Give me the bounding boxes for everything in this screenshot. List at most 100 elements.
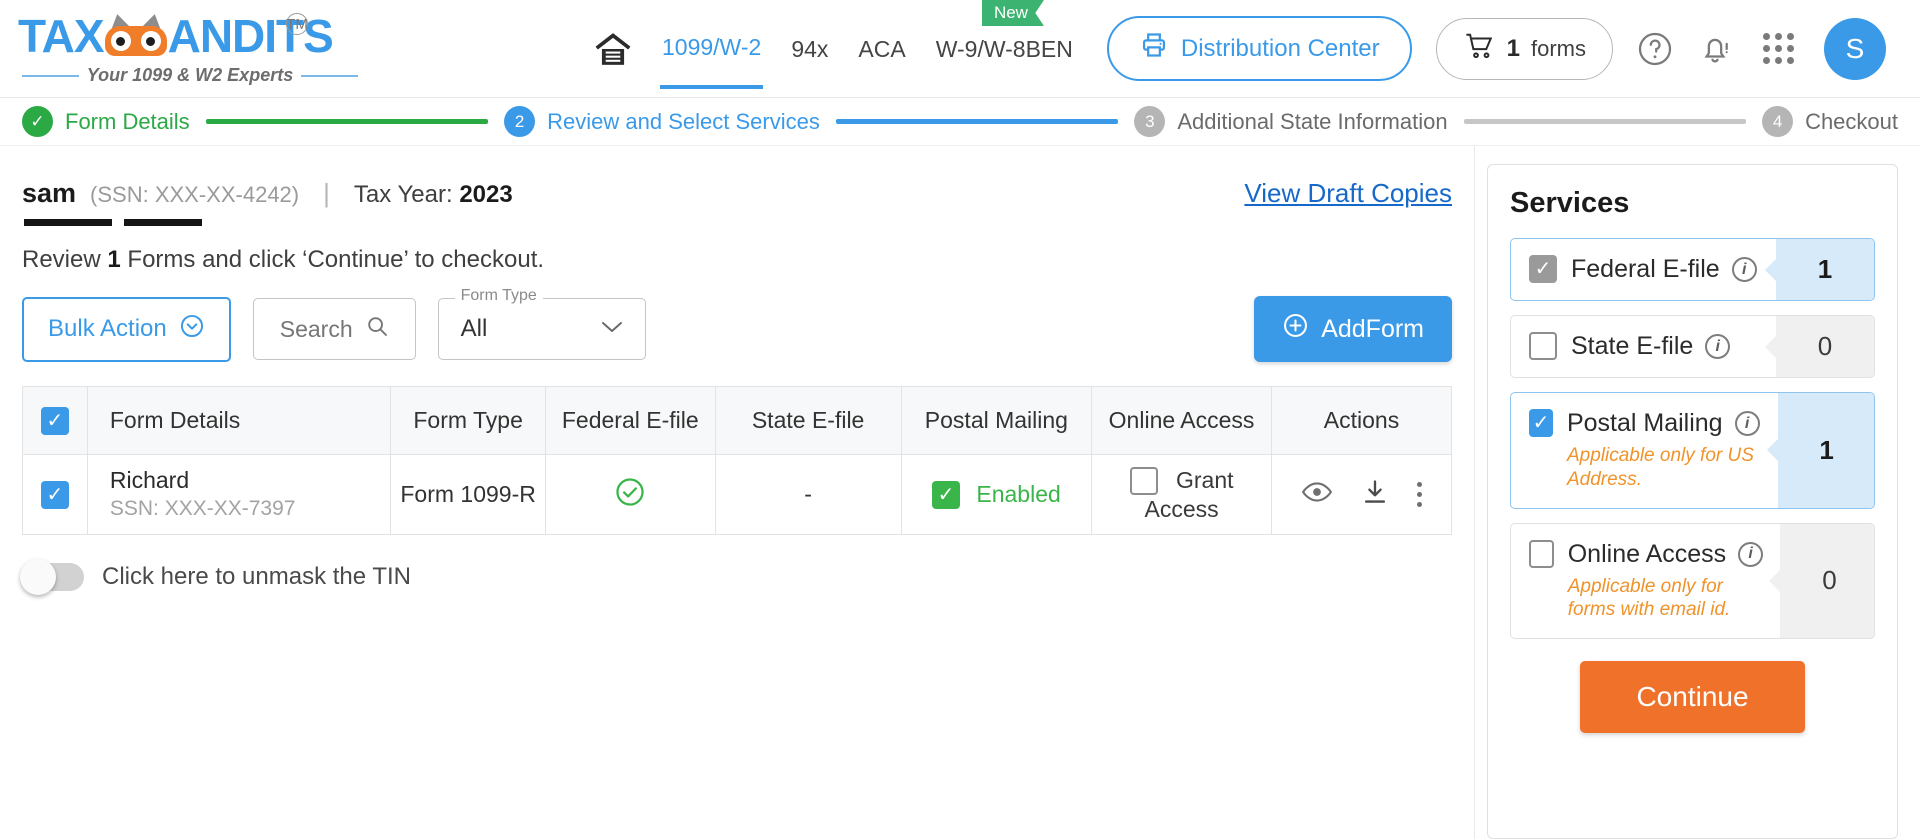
nav-item-w9-w8ben[interactable]: New W-9/W-8BEN — [934, 0, 1075, 87]
view-draft-copies-link[interactable]: View Draft Copies — [1244, 178, 1452, 209]
review-instruction: Review 1 Forms and click ‘Continue’ to c… — [22, 246, 1452, 274]
row-form-details-cell: Richard SSN: XXX-XX-7397 — [86, 454, 392, 535]
forms-table: ✓ Form Details Form Type Federal E-file … — [22, 386, 1452, 535]
step-review-select-services[interactable]: 2 Review and Select Services — [504, 106, 820, 137]
payer-name: sam — [22, 178, 77, 208]
bulk-action-button[interactable]: Bulk Action — [22, 296, 231, 362]
apps-grid-icon[interactable] — [1762, 33, 1794, 64]
online-access-service-label: Online Access — [1567, 539, 1727, 568]
row-state-efile-cell: - — [714, 454, 902, 535]
kebab-menu-icon[interactable] — [1417, 482, 1422, 507]
logo-text-tax: TAX — [18, 10, 105, 62]
row-checkbox[interactable]: ✓ — [40, 480, 69, 509]
table-row: ✓ Richard SSN: XXX-XX-7397 Form 1099-R -… — [22, 454, 1452, 535]
distribution-center-button[interactable]: Distribution Center — [1106, 16, 1412, 81]
form-type-select[interactable]: Form Type All — [437, 287, 646, 360]
federal-efile-info-icon[interactable]: i — [1731, 257, 1757, 282]
service-state-efile[interactable]: State E-file i 0 — [1510, 315, 1875, 378]
review-count: 1 — [107, 246, 121, 273]
step-1-label: Form Details — [65, 108, 190, 134]
cart-icon — [1463, 31, 1496, 67]
postal-mailing-info-icon[interactable]: i — [1734, 411, 1760, 436]
service-postal-mailing[interactable]: ✓ Postal Mailing i Applicable only for U… — [1510, 392, 1875, 509]
row-postal-mailing-cell: ✓ Enabled — [900, 454, 1093, 535]
payer-info: sam (SSN: XXX-XX-4242) | Tax Year: 2023 — [22, 178, 513, 209]
brand-logo[interactable]: TAX ANDITS TM Your 1099 & W2 Experts — [18, 10, 359, 86]
payer-header-row: sam (SSN: XXX-XX-4242) | Tax Year: 2023 … — [22, 178, 1452, 209]
search-icon — [365, 314, 389, 344]
owl-mascot-icon — [104, 11, 167, 58]
services-pane: Services ✓ Federal E-file i 1 State E-fi… — [1474, 146, 1920, 839]
tagline-text: Your 1099 & W2 Experts — [86, 65, 294, 85]
step-connector-1 — [205, 119, 489, 124]
services-title: Services — [1510, 187, 1630, 219]
form-type-value: All — [460, 315, 488, 342]
download-icon[interactable] — [1361, 478, 1389, 512]
recipient-name: Richard — [109, 467, 190, 494]
column-state-efile: State E-file — [714, 386, 902, 455]
nav-item-w9-w8ben-label: W-9/W-8BEN — [935, 36, 1073, 62]
step-3-label: Additional State Information — [1177, 108, 1448, 134]
column-actions: Actions — [1271, 386, 1452, 455]
logo-text-bandits: ANDITS — [167, 10, 334, 62]
state-efile-checkbox[interactable] — [1529, 332, 1557, 360]
eye-icon[interactable] — [1301, 479, 1333, 511]
nav-item-aca[interactable]: ACA — [856, 10, 907, 87]
search-input[interactable]: Search — [252, 298, 416, 360]
state-efile-info-icon[interactable]: i — [1705, 334, 1731, 359]
user-avatar[interactable]: S — [1823, 17, 1886, 80]
help-icon[interactable] — [1637, 31, 1673, 67]
services-card: Services ✓ Federal E-file i 1 State E-fi… — [1487, 164, 1898, 839]
step-additional-state-information[interactable]: 3 Additional State Information — [1134, 106, 1448, 137]
federal-efile-checkbox: ✓ — [1529, 255, 1557, 283]
postal-mailing-service-label: Postal Mailing — [1566, 409, 1723, 437]
tax-year-value: 2023 — [459, 181, 513, 208]
postal-mailing-count: 1 — [1777, 393, 1874, 508]
trademark-symbol: TM — [286, 13, 308, 35]
select-all-header: ✓ — [22, 386, 88, 455]
postal-mailing-note: Applicable only for US Address. — [1566, 445, 1754, 490]
online-access-service-checkbox[interactable] — [1529, 539, 1554, 568]
header-divider: | — [323, 178, 330, 208]
forms-pane: sam (SSN: XXX-XX-4242) | Tax Year: 2023 … — [0, 146, 1474, 839]
postal-mailing-checkbox[interactable]: ✓ — [931, 480, 960, 509]
bulk-action-label: Bulk Action — [48, 315, 167, 342]
add-form-button[interactable]: AddForm — [1254, 296, 1452, 362]
cart-count: 1 — [1506, 34, 1520, 62]
step-checkout[interactable]: 4 Checkout — [1762, 106, 1898, 137]
postal-mailing-service-checkbox[interactable]: ✓ — [1529, 409, 1553, 437]
top-navigation-bar: TAX ANDITS TM Your 1099 & W2 Experts 109… — [0, 0, 1920, 98]
home-icon[interactable] — [592, 30, 634, 68]
step-4-label: Checkout — [1805, 108, 1899, 134]
online-access-checkbox[interactable] — [1129, 466, 1158, 495]
nav-item-94x[interactable]: 94x — [789, 10, 830, 87]
payer-ssn: (SSN: XXX-XX-4242) — [90, 182, 300, 207]
step-2-label: Review and Select Services — [547, 108, 820, 134]
column-form-details: Form Details — [86, 386, 392, 455]
select-all-checkbox[interactable]: ✓ — [40, 406, 69, 435]
row-form-type-cell: Form 1099-R — [390, 454, 547, 535]
table-header-row: ✓ Form Details Form Type Federal E-file … — [22, 386, 1452, 455]
review-prefix: Review — [22, 246, 101, 273]
online-access-label: Grant Access — [1144, 467, 1234, 523]
continue-button[interactable]: Continue — [1580, 661, 1805, 733]
step-3-circle: 3 — [1134, 106, 1166, 137]
federal-efile-label: Federal E-file — [1571, 255, 1720, 283]
notification-bell-icon[interactable] — [1697, 31, 1733, 67]
unmask-tin-toggle[interactable] — [20, 559, 84, 595]
tagline-rule-left — [22, 74, 79, 77]
step-connector-2 — [835, 119, 1119, 124]
nav-item-1099-w2[interactable]: 1099/W-2 — [660, 8, 764, 89]
cart-button[interactable]: 1 forms — [1435, 17, 1613, 80]
step-form-details[interactable]: ✓ Form Details — [22, 106, 190, 137]
column-federal-efile: Federal E-file — [545, 386, 716, 455]
online-access-info-icon[interactable]: i — [1738, 541, 1764, 567]
distribution-center-label: Distribution Center — [1180, 34, 1380, 62]
continue-button-wrap: Continue — [1510, 661, 1875, 733]
recipient-ssn: SSN: XXX-XX-7397 — [109, 497, 296, 521]
column-online-access: Online Access — [1091, 386, 1273, 455]
review-suffix: Forms and click ‘Continue’ to checkout. — [127, 246, 545, 273]
service-federal-efile[interactable]: ✓ Federal E-file i 1 — [1510, 238, 1875, 301]
step-4-circle: 4 — [1762, 106, 1794, 137]
service-online-access[interactable]: Online Access i Applicable only for form… — [1510, 522, 1875, 639]
